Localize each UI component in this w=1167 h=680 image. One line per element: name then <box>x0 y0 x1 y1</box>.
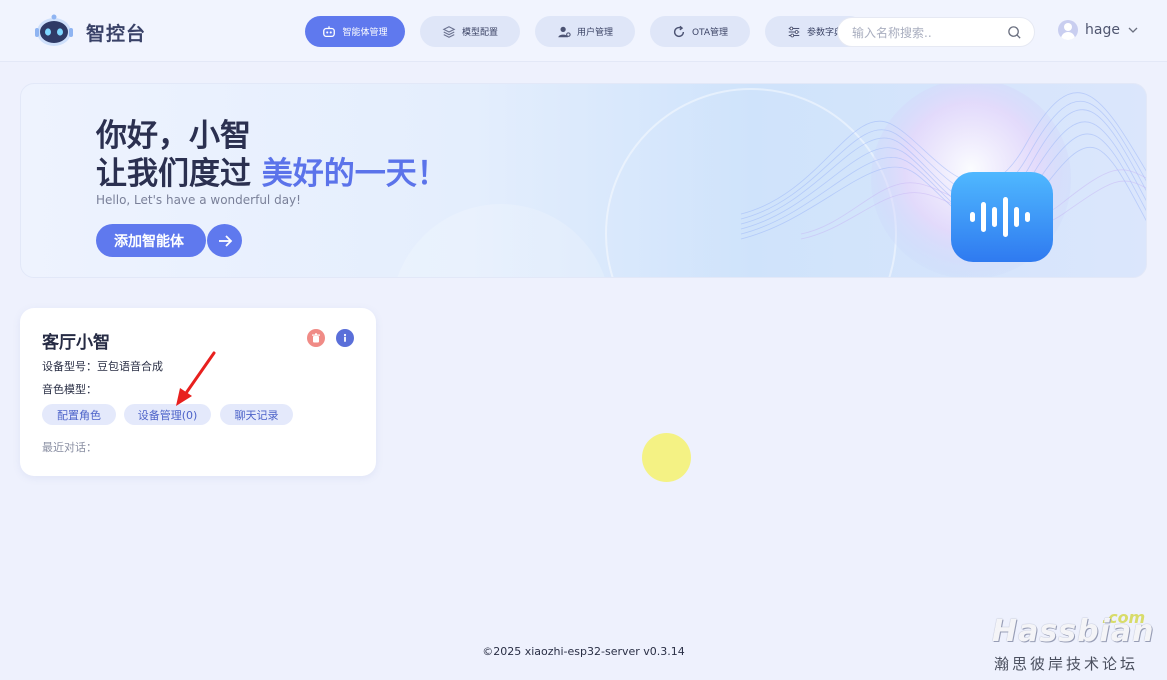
robot-icon <box>323 25 336 37</box>
robot-logo-icon <box>35 14 73 46</box>
device-model-label: 设备型号： <box>42 360 97 373</box>
agent-name: 客厅小智 <box>42 333 110 353</box>
nav-label: 用户管理 <box>576 28 613 38</box>
trash-icon <box>312 333 320 343</box>
delete-icon[interactable] <box>307 329 325 347</box>
watermark-brand: Hassbian <box>992 614 1155 649</box>
configure-role-button[interactable]: 配置角色 <box>42 404 116 425</box>
device-model-row: 设备型号：豆包语音合成 <box>42 358 163 374</box>
add-agent-arrow-button[interactable] <box>207 224 242 257</box>
recent-chat-label: 最近对话： <box>42 441 97 454</box>
greeting-subtitle: Hello, Let's have a wonderful day! <box>96 193 301 207</box>
welcome-banner: 你好，小智 让我们度过 美好的一天！ Hello, Let's have a w… <box>20 83 1147 278</box>
info-icon[interactable] <box>336 329 354 347</box>
username: hage <box>1085 22 1120 38</box>
voice-model-row: 音色模型： <box>42 381 97 397</box>
user-manage-icon <box>558 26 571 37</box>
nav-label: 模型配置 <box>461 28 498 38</box>
greeting-prefix: 让我们度过 <box>96 156 262 192</box>
nav-user-management[interactable]: 用户管理 <box>535 16 635 47</box>
avatar <box>1058 20 1078 40</box>
nav-agent-management[interactable]: 智能体管理 <box>305 16 405 47</box>
nav-label: 智能体管理 <box>342 28 388 38</box>
user-menu[interactable]: hage <box>1058 20 1139 40</box>
device-model-value: 豆包语音合成 <box>97 360 163 373</box>
search-input[interactable] <box>852 24 1002 42</box>
info-glyph-icon <box>343 333 347 342</box>
greeting-line-2: 让我们度过 美好的一天！ <box>96 148 448 193</box>
app-title: 智控台 <box>86 23 147 45</box>
refresh-icon <box>673 25 685 37</box>
layers-icon <box>442 25 456 38</box>
nav-label: OTA管理 <box>691 28 729 38</box>
greeting-highlight: 美好的一天！ <box>261 156 448 192</box>
chat-history-button[interactable]: 聊天记录 <box>220 404 293 425</box>
sliders-icon <box>788 26 800 37</box>
chevron-down-icon <box>1128 27 1138 33</box>
nav-ota-management[interactable]: OTA管理 <box>650 16 750 47</box>
annotation-arrow-icon <box>176 351 216 406</box>
search-box <box>837 17 1035 47</box>
nav-model-config[interactable]: 模型配置 <box>420 16 520 47</box>
search-icon[interactable] <box>1007 25 1022 40</box>
add-agent-button[interactable]: 添加智能体 <box>96 224 206 257</box>
cursor-highlight <box>642 433 691 482</box>
top-header: 智控台 智能体管理 模型配置 用户管理 OTA管理 参数字典 hage <box>0 0 1167 62</box>
voice-model-label: 音色模型： <box>42 383 97 396</box>
watermark-subtitle: 瀚思彼岸技术论坛 <box>994 655 1139 673</box>
arrow-right-icon <box>218 234 232 247</box>
